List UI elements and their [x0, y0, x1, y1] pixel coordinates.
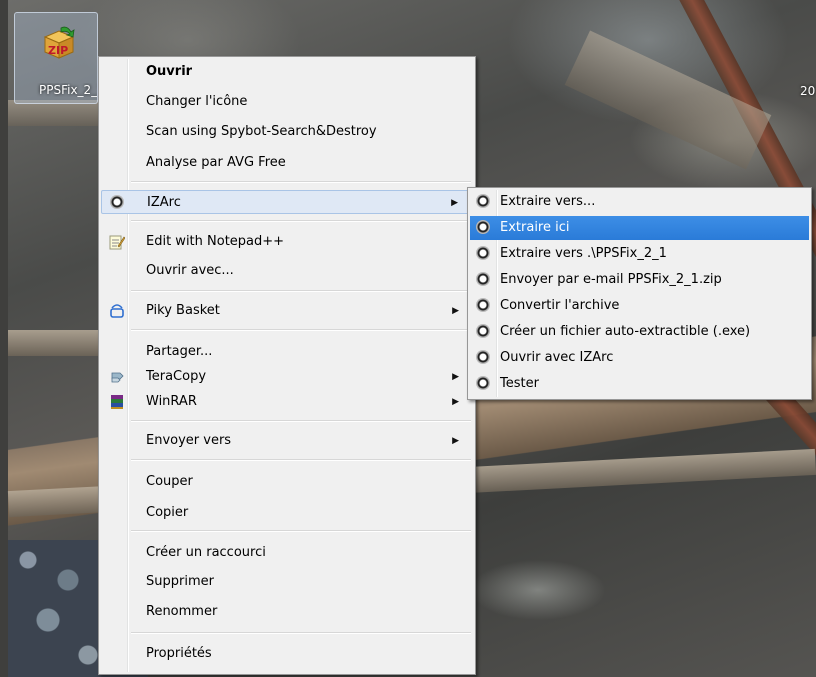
izarc-submenu: Extraire vers... Extraire ici Extraire v… [467, 187, 812, 400]
menu-item-share[interactable]: Partager... [101, 340, 473, 364]
menu-item-label: Ouvrir avec... [146, 263, 234, 278]
menu-item-open[interactable]: Ouvrir [101, 60, 473, 84]
submenu-item-extract-to[interactable]: Extraire vers... [470, 190, 809, 214]
plank-decoration [564, 30, 772, 170]
menu-item-teracopy[interactable]: TeraCopy ▶ [101, 365, 473, 389]
menu-item-edit-notepad[interactable]: Edit with Notepad++ [101, 230, 473, 254]
chevron-right-icon: ▶ [452, 397, 459, 407]
menu-item-label: Renommer [146, 604, 218, 619]
desktop-edge-text: 20 [800, 84, 816, 98]
izarc-icon [110, 195, 126, 211]
menu-item-izarc[interactable]: IZArc ▶ [101, 190, 473, 214]
desktop-icon-label: PPSFix_2_1 [39, 83, 97, 97]
menu-separator [131, 420, 471, 422]
menu-item-copy[interactable]: Copier [101, 501, 473, 525]
menu-item-label: Envoyer vers [146, 433, 232, 448]
menu-item-create-shortcut[interactable]: Créer un raccourci [101, 541, 473, 565]
menu-item-cut[interactable]: Couper [101, 470, 473, 494]
menu-item-label: Créer un fichier auto-extractible (.exe) [500, 324, 751, 339]
basket-icon [109, 303, 125, 319]
izarc-icon [476, 272, 492, 288]
menu-item-label: Analyse par AVG Free [146, 155, 286, 170]
submenu-item-test[interactable]: Tester [470, 372, 809, 396]
teracopy-icon [109, 369, 125, 385]
menu-item-label: Ouvrir avec IZArc [500, 350, 614, 365]
submenu-item-extract-to-folder[interactable]: Extraire vers .\PPSFix_2_1 [470, 242, 809, 266]
menu-item-spybot-scan[interactable]: Scan using Spybot-Search&Destroy [101, 120, 473, 144]
menu-separator [131, 530, 471, 532]
notepad-icon [109, 234, 126, 250]
izarc-icon [476, 350, 492, 366]
menu-item-change-icon[interactable]: Changer l'icône [101, 90, 473, 114]
menu-separator [131, 459, 471, 461]
menu-item-label: Extraire vers .\PPSFix_2_1 [500, 246, 667, 261]
menu-item-label: Créer un raccourci [146, 545, 266, 560]
menu-item-label: WinRAR [146, 394, 197, 409]
izarc-icon [476, 324, 492, 340]
menu-item-label: Ouvrir [146, 64, 193, 79]
izarc-icon [476, 298, 492, 314]
menu-item-label: Extraire vers... [500, 194, 596, 209]
menu-separator [131, 290, 471, 292]
menu-item-label: Envoyer par e-mail PPSFix_2_1.zip [500, 272, 722, 287]
menu-item-label: Supprimer [146, 574, 214, 589]
izarc-icon [476, 220, 492, 236]
context-menu: Ouvrir Changer l'icône Scan using Spybot… [98, 56, 476, 675]
menu-item-label: Changer l'icône [146, 94, 248, 109]
svg-text:ZIP: ZIP [48, 44, 68, 57]
menu-item-label: Partager... [146, 344, 213, 359]
submenu-item-create-sfx[interactable]: Créer un fichier auto-extractible (.exe) [470, 320, 809, 344]
menu-item-label: Copier [146, 505, 189, 520]
izarc-icon [476, 246, 492, 262]
winrar-icon [109, 394, 125, 410]
menu-item-avg-scan[interactable]: Analyse par AVG Free [101, 151, 473, 175]
menu-item-label: Propriétés [146, 646, 212, 661]
chevron-right-icon: ▶ [451, 198, 458, 208]
menu-item-label: Convertir l'archive [500, 298, 620, 313]
chevron-right-icon: ▶ [452, 372, 459, 382]
menu-item-winrar[interactable]: WinRAR ▶ [101, 390, 473, 414]
submenu-item-open-with-izarc[interactable]: Ouvrir avec IZArc [470, 346, 809, 370]
menu-item-label: Edit with Notepad++ [146, 234, 285, 249]
menu-item-label: Tester [500, 376, 539, 391]
submenu-item-email[interactable]: Envoyer par e-mail PPSFix_2_1.zip [470, 268, 809, 292]
menu-separator [131, 329, 471, 331]
menu-item-delete[interactable]: Supprimer [101, 570, 473, 594]
chevron-right-icon: ▶ [452, 436, 459, 446]
menu-item-label: TeraCopy [146, 369, 207, 384]
izarc-icon [476, 194, 492, 210]
menu-item-rename[interactable]: Renommer [101, 600, 473, 624]
menu-item-label: Couper [146, 474, 193, 489]
menu-separator [131, 220, 471, 222]
menu-item-label: IZArc [147, 195, 181, 210]
menu-item-label: Extraire ici [500, 220, 570, 235]
chevron-right-icon: ▶ [452, 306, 459, 316]
menu-item-label: Scan using Spybot-Search&Destroy [146, 124, 377, 139]
menu-separator [131, 181, 471, 183]
plank-decoration [8, 330, 108, 356]
rail-decoration [748, 365, 816, 633]
izarc-icon [476, 376, 492, 392]
menu-separator [131, 632, 471, 634]
menu-item-piky-basket[interactable]: Piky Basket ▶ [101, 299, 473, 323]
submenu-item-extract-here[interactable]: Extraire ici [470, 216, 809, 240]
desktop-file-icon[interactable]: ZIP PPSFix_2_1 [14, 12, 98, 104]
menu-item-properties[interactable]: Propriétés [101, 642, 473, 666]
submenu-item-convert[interactable]: Convertir l'archive [470, 294, 809, 318]
menu-item-send-to[interactable]: Envoyer vers ▶ [101, 429, 473, 453]
menu-item-label: Piky Basket [146, 303, 220, 318]
zip-archive-icon: ZIP [41, 25, 77, 59]
menu-item-open-with[interactable]: Ouvrir avec... [101, 259, 473, 283]
